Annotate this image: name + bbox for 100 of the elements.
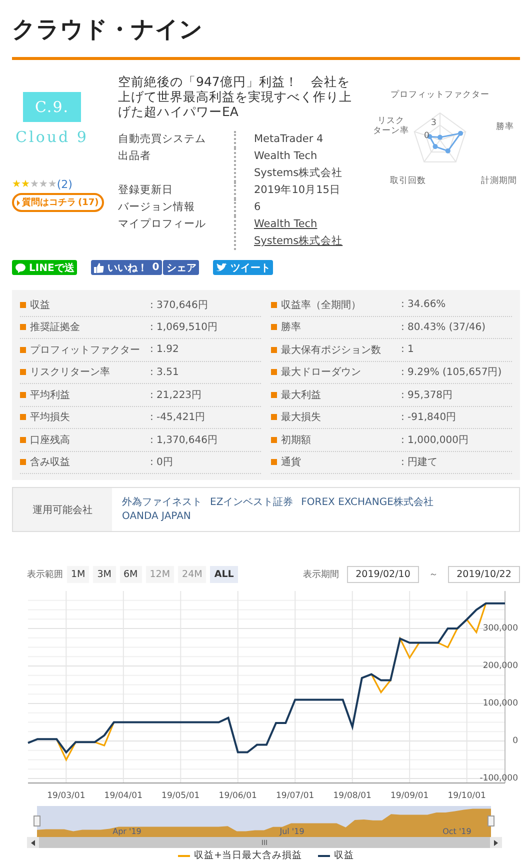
- stat-label: 最大ドローダウン: [281, 366, 361, 380]
- brokers-label: 運用可能会社: [32, 504, 92, 516]
- scroll-right-button[interactable]: [490, 837, 502, 848]
- navigator-label: Jul '19: [280, 827, 304, 836]
- y-tick-label: 0: [512, 736, 518, 746]
- right-triangle-icon: [494, 840, 498, 846]
- star-icon: ★: [20, 180, 30, 190]
- caret-icon: [17, 200, 20, 206]
- info-value: 2019年10月15日: [254, 184, 340, 196]
- broker-link[interactable]: FOREX EXCHANGE株式会社: [301, 496, 434, 510]
- star-icon: ★: [12, 180, 21, 190]
- date-field[interactable]: 2019/10/22: [448, 566, 520, 583]
- y-tick-label: 200,000: [482, 661, 518, 671]
- legend-item[interactable]: 収益: [318, 849, 354, 862]
- x-tick-label: 19/10/01: [448, 791, 486, 801]
- navigator-label: Oct '19: [442, 827, 472, 836]
- stat-label: 最大利益: [281, 388, 321, 402]
- review-count[interactable]: (2): [56, 178, 72, 191]
- axis-label: 取引回数: [390, 176, 426, 186]
- stat-value: : 9.29% (105,657円): [401, 366, 503, 380]
- stat-value: : 1: [401, 344, 415, 356]
- axis-label: プロフィットファクター: [390, 90, 490, 100]
- axis-label: リスク: [378, 116, 404, 126]
- profile-link[interactable]: Wealth Tech Systems株式会社: [254, 216, 352, 250]
- info-label: 登録更新日: [118, 184, 173, 196]
- x-tick-label: 19/04/01: [104, 791, 142, 801]
- info-label: 出品者: [118, 150, 151, 162]
- star-icon: ★: [30, 180, 39, 190]
- y-tick-label: -100,000: [480, 774, 518, 784]
- stat-label: 最大損失: [281, 410, 321, 424]
- logo-name: Cloud 9: [16, 128, 88, 146]
- star-icon: ★: [48, 180, 57, 190]
- broker-link[interactable]: EZインベスト証券: [210, 496, 294, 510]
- bird-icon: [216, 263, 228, 272]
- bullet-icon: [20, 414, 26, 420]
- bullet-icon: [20, 436, 26, 443]
- stat-label: 平均損失: [30, 410, 70, 424]
- info-value: 6: [254, 201, 261, 213]
- stat-value: : -45,421円: [150, 411, 206, 424]
- stat-value: : 1,000,000円: [401, 434, 470, 447]
- range-handle[interactable]: [488, 816, 494, 826]
- tick-label: 0: [424, 131, 430, 141]
- bullet-icon: [271, 414, 277, 420]
- bullet-icon: [271, 302, 277, 308]
- info-label: マイプロフィール: [118, 218, 206, 230]
- scroll-left-button[interactable]: [27, 837, 39, 848]
- date-field[interactable]: 2019/02/10: [347, 566, 419, 583]
- x-tick-label: 19/05/01: [162, 791, 200, 801]
- bullet-icon: [271, 392, 277, 398]
- stat-value: : 95,378円: [401, 388, 454, 402]
- left-triangle-icon: [31, 840, 35, 846]
- range-button[interactable]: 3M: [93, 566, 116, 583]
- info-value: Wealth Tech Systems株式会社: [254, 150, 343, 179]
- stat-value: : 0円: [150, 456, 174, 470]
- legend-item[interactable]: 収益+当日最大含み損益: [178, 849, 302, 862]
- range-handle[interactable]: [34, 816, 40, 826]
- stat-label: 通貨: [281, 456, 301, 470]
- axis-label: 勝率: [496, 122, 514, 132]
- stat-label: 含み収益: [30, 456, 70, 470]
- stat-label: 勝率: [281, 320, 301, 334]
- range-button[interactable]: 1M: [67, 566, 90, 583]
- period-label: 表示期間: [303, 568, 339, 581]
- axis-label: 計測期間: [481, 176, 517, 186]
- chat-bubble-icon: [15, 262, 26, 272]
- stat-value: : 円建て: [401, 456, 439, 470]
- like-button[interactable]: いいね！ 0: [91, 260, 162, 275]
- stat-label: リスクリターン率: [30, 366, 110, 380]
- stat-value: : 1.92: [150, 344, 180, 356]
- range-button[interactable]: 6M: [120, 566, 142, 583]
- page-title: クラウド・ナイン: [12, 0, 520, 60]
- logo-mark: C.9.: [23, 92, 81, 122]
- stat-label: 初期額: [281, 434, 311, 447]
- bullet-icon: [20, 346, 26, 353]
- bullet-icon: [20, 302, 26, 308]
- bullet-icon: [20, 369, 26, 376]
- x-tick-label: 19/09/01: [390, 791, 429, 801]
- stat-label: 口座残高: [30, 434, 70, 447]
- x-tick-label: 19/06/01: [218, 791, 257, 801]
- stat-value: : 3.51: [150, 366, 180, 378]
- broker-link[interactable]: OANDA JAPAN: [122, 510, 191, 524]
- stat-label: 最大保有ポジション数: [281, 344, 381, 357]
- stat-label: 収益率（全期間）: [281, 298, 361, 312]
- thumbs-up-icon: [94, 262, 104, 272]
- y-tick-label: 100,000: [482, 698, 518, 708]
- range-separator: ～: [429, 569, 438, 581]
- navigator-label: Apr '19: [112, 827, 142, 836]
- bullet-icon: [20, 459, 26, 466]
- x-tick-label: 19/08/01: [333, 791, 372, 801]
- stat-label: 収益: [30, 298, 50, 312]
- stat-value: : 34.66%: [401, 299, 447, 310]
- range-button[interactable]: ALL: [210, 566, 238, 583]
- broker-link[interactable]: 外為ファイネスト: [122, 496, 202, 510]
- bullet-icon: [271, 346, 277, 353]
- info-label: 自動売買システム: [118, 133, 206, 145]
- share-button[interactable]: シェア: [163, 260, 200, 275]
- product-headline: 空前絶後の「947億円」利益！ 会社を上げて世界最高利益を実現すべく作り上げた超ハイパワーEA: [118, 74, 352, 119]
- bullet-icon: [271, 436, 277, 443]
- bullet-icon: [20, 324, 26, 330]
- stat-value: : 1,069,510円: [150, 321, 218, 334]
- stat-value: : 80.43% (37/46): [401, 322, 486, 333]
